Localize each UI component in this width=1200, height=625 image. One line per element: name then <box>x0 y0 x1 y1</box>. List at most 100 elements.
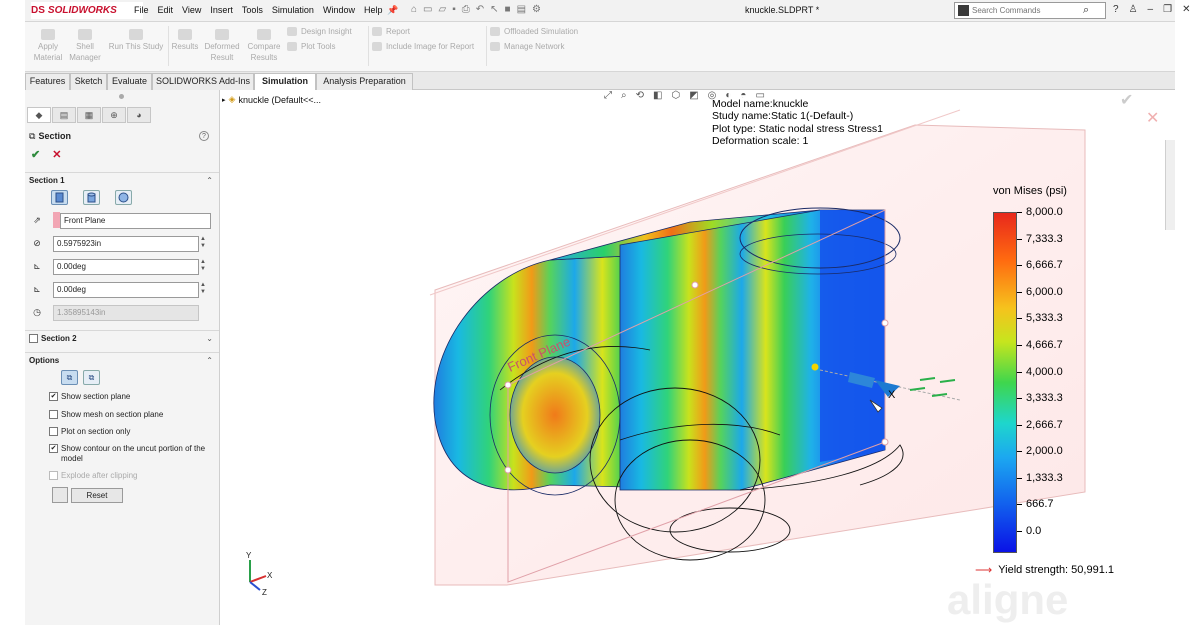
show-mesh-checkbox[interactable] <box>49 410 58 419</box>
minimize-icon[interactable]: – <box>1148 4 1154 15</box>
stress-color-bar[interactable] <box>993 212 1017 553</box>
search-input[interactable] <box>972 4 1080 17</box>
cancel-x-icon[interactable]: ✕ <box>52 148 61 161</box>
offset-spinner-icon[interactable]: ▲ ▼ <box>200 236 206 250</box>
show-mesh-option[interactable]: Show mesh on section plane <box>49 410 217 419</box>
knuckle-hole[interactable] <box>509 356 601 474</box>
confirm-corner-check-icon[interactable]: ✔ <box>1120 90 1133 110</box>
radius-icon: ◷ <box>33 307 41 317</box>
display-option-button-2[interactable]: ⧉ <box>83 370 100 385</box>
rotation-y-field[interactable]: 0.00deg <box>53 281 199 298</box>
chevron-down-icon[interactable]: ⌄ <box>206 334 213 343</box>
restore-icon[interactable]: ❐ <box>1163 4 1172 15</box>
radius-row: ◷ 1.35895143in <box>29 304 215 321</box>
plot-tools-button[interactable]: Plot Tools <box>287 42 336 51</box>
help-icon[interactable]: ? <box>1113 4 1119 15</box>
tab-evaluate[interactable]: Evaluate <box>107 73 152 90</box>
menu-tools[interactable]: Tools <box>242 5 263 15</box>
spherical-section-button[interactable] <box>115 190 132 205</box>
compare-results-button[interactable]: Compare Results <box>244 29 284 63</box>
rotation-x-field[interactable]: 0.00deg <box>53 258 199 275</box>
close-icon[interactable]: ✕ <box>1182 4 1190 15</box>
deformed-result-button[interactable]: Deformed Result <box>202 29 242 63</box>
planar-section-button[interactable] <box>51 190 68 205</box>
design-insight-button[interactable]: Design Insight <box>287 27 352 36</box>
legend-value: 3,333.3 <box>1026 392 1063 404</box>
show-section-plane-checkbox[interactable]: ✔ <box>49 392 58 401</box>
search-icon[interactable]: ⌕ <box>1083 4 1089 17</box>
new-document-icon[interactable]: ▭ <box>423 4 432 15</box>
cylindrical-section-button[interactable] <box>83 190 100 205</box>
section1-group-header[interactable]: Section 1 ⌃ <box>25 172 219 188</box>
property-manager-tab-icon[interactable]: ▤ <box>52 107 76 123</box>
section2-group-header[interactable]: Section 2 ⌄ <box>25 330 219 346</box>
show-contour-checkbox[interactable]: ✔ <box>49 444 58 453</box>
legend-tick <box>1017 318 1022 319</box>
display-option-button-1[interactable]: ⧉ <box>61 370 78 385</box>
user-icon[interactable]: ♙ <box>1129 4 1138 15</box>
search-scope-icon[interactable] <box>958 5 969 16</box>
options-group-header[interactable]: Options ⌃ <box>25 352 219 368</box>
plot-on-section-option[interactable]: Plot on section only <box>49 427 217 436</box>
tab-analysis-preparation[interactable]: Analysis Preparation <box>316 73 413 90</box>
tab-sketch[interactable]: Sketch <box>70 73 107 90</box>
section-reset-icon[interactable] <box>52 487 68 503</box>
panel-grip[interactable] <box>119 94 124 99</box>
offloaded-simulation-button[interactable]: Offloaded Simulation <box>490 27 578 36</box>
section1-title: Section 1 <box>29 176 65 185</box>
rotate-y-icon: ⊾ <box>33 284 41 294</box>
tab-solidworks-add-ins[interactable]: SOLIDWORKS Add-Ins <box>152 73 254 90</box>
apply-material-button[interactable]: Apply Material <box>31 29 65 63</box>
include-image-button[interactable]: Include Image for Report <box>372 42 474 51</box>
menu-window[interactable]: Window <box>323 5 355 15</box>
rotation-x-spinner-icon[interactable]: ▲ ▼ <box>200 259 206 273</box>
offset-distance-field[interactable]: 0.5975923in <box>53 235 199 252</box>
reset-button[interactable]: Reset <box>71 488 123 503</box>
open-folder-icon[interactable]: ▱ <box>439 4 447 15</box>
reference-selector-icon[interactable]: ⇗ <box>29 214 45 228</box>
results-button[interactable]: Results <box>171 29 199 52</box>
tab-simulation[interactable]: Simulation <box>254 73 316 90</box>
shell-manager-button[interactable]: Shell Manager <box>67 29 103 63</box>
menu-file[interactable]: File <box>134 5 149 15</box>
rotation-y-spinner-icon[interactable]: ▲ ▼ <box>200 282 206 296</box>
model-viewport[interactable]: Front Plane X Y X Z <box>220 90 1175 625</box>
knuckle-cut-face[interactable] <box>820 210 885 462</box>
run-study-button[interactable]: Run This Study <box>107 29 165 52</box>
ok-check-icon[interactable]: ✔ <box>31 148 40 161</box>
undo-icon[interactable]: ↶ <box>476 4 484 15</box>
section-plane-field[interactable]: Front Plane <box>60 212 211 229</box>
menu-view[interactable]: View <box>182 5 201 15</box>
configuration-manager-tab-icon[interactable]: ▦ <box>77 107 101 123</box>
solidworks-logo[interactable]: DS SOLIDWORKS <box>31 2 143 19</box>
help-icon[interactable]: ? <box>199 131 209 141</box>
select-icon[interactable]: ↖ <box>490 4 498 15</box>
feature-manager-tab-icon[interactable]: ◆ <box>27 107 51 123</box>
section2-checkbox[interactable] <box>29 334 38 343</box>
graphics-area[interactable]: ▸ ◈ knuckle (Default<<... ⤢ ⌕ ⟲ ◧ ⬡ ◩ ◎ … <box>220 90 1175 625</box>
rebuild-icon[interactable]: ■ <box>505 4 511 15</box>
save-icon[interactable]: ▪ <box>452 4 456 15</box>
chevron-up-icon[interactable]: ⌃ <box>206 356 213 365</box>
confirm-corner-cancel-icon[interactable]: ✕ <box>1146 108 1159 128</box>
menu-edit[interactable]: Edit <box>158 5 174 15</box>
display-manager-tab-icon[interactable]: ◕ <box>127 107 151 123</box>
menu-simulation[interactable]: Simulation <box>272 5 314 15</box>
home-icon[interactable]: ⌂ <box>411 4 417 15</box>
tab-features[interactable]: Features <box>25 73 70 90</box>
show-section-plane-option[interactable]: ✔ Show section plane <box>49 392 217 401</box>
show-contour-option[interactable]: ✔ Show contour on the uncut portion of t… <box>49 444 217 464</box>
manage-network-button[interactable]: Manage Network <box>490 42 564 51</box>
file-properties-icon[interactable]: ▤ <box>517 4 526 15</box>
chevron-up-icon[interactable]: ⌃ <box>206 176 213 185</box>
print-icon[interactable]: ⎙ <box>462 4 470 15</box>
report-button[interactable]: Report <box>372 27 410 36</box>
plot-on-section-checkbox[interactable] <box>49 427 58 436</box>
task-pane-tabs[interactable] <box>1165 140 1175 230</box>
menu-help[interactable]: Help <box>364 5 383 15</box>
dimxpert-tab-icon[interactable]: ⊕ <box>102 107 126 123</box>
pin-menu-icon[interactable]: 📌 <box>387 5 398 16</box>
legend-tick <box>1017 345 1022 346</box>
options-gear-icon[interactable]: ⚙ <box>532 4 541 15</box>
menu-insert[interactable]: Insert <box>210 5 233 15</box>
